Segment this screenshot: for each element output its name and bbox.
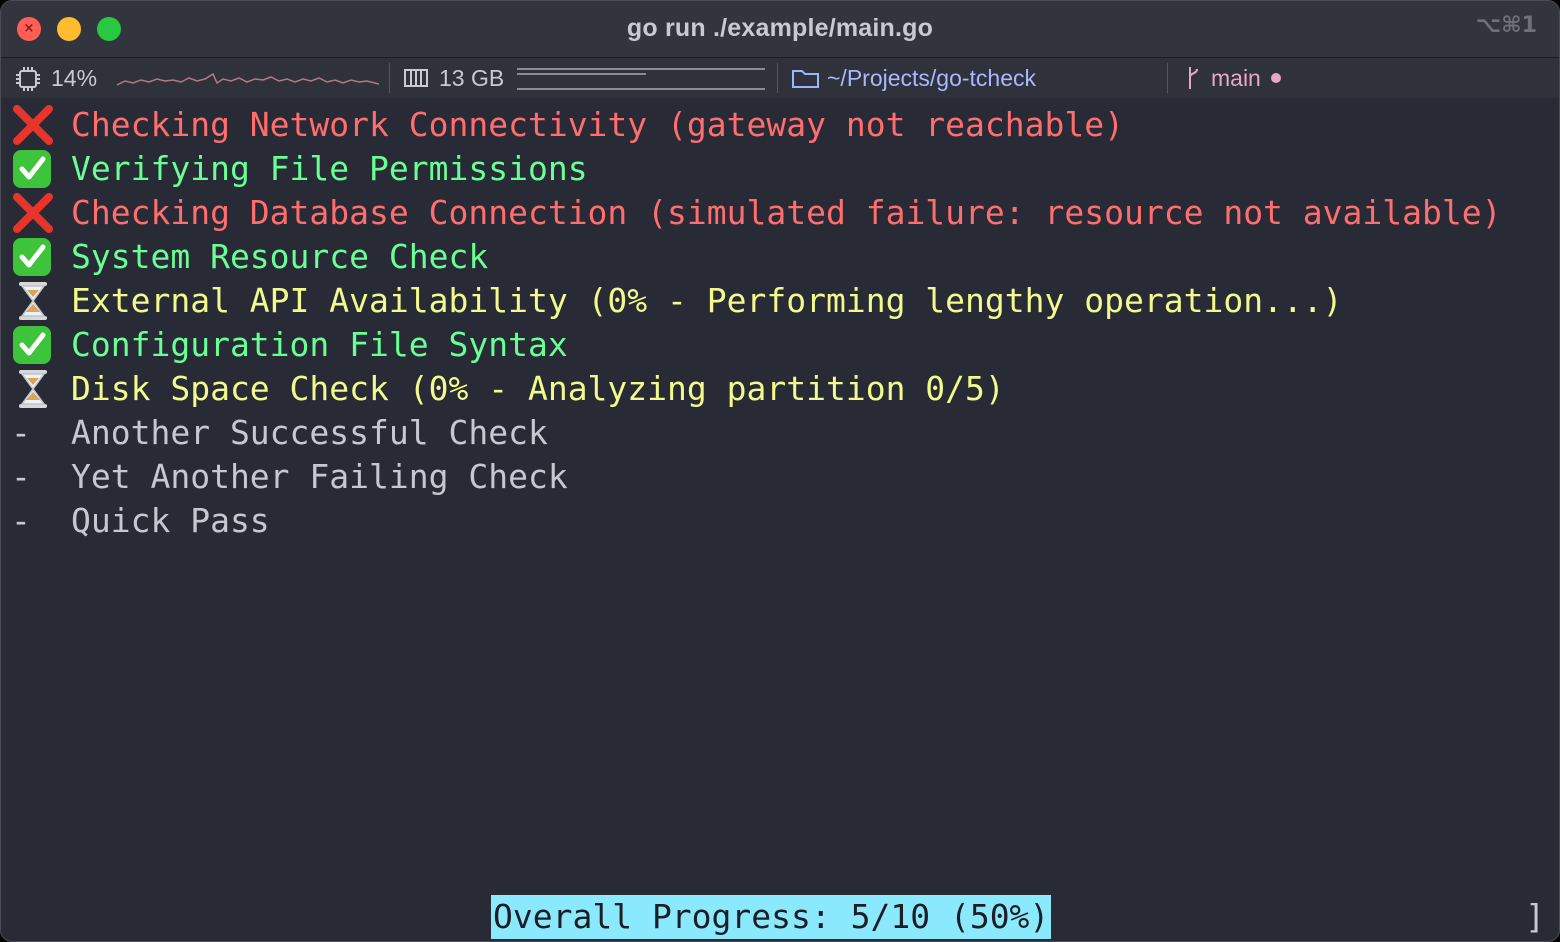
progress-right-bracket: ] — [1525, 897, 1545, 936]
check-mark-icon — [13, 238, 51, 276]
hourglass-icon — [19, 370, 47, 408]
check-text: Verifying File Permissions — [71, 149, 588, 188]
check-text: Another Successful Check — [71, 413, 548, 452]
check-mark-icon — [13, 326, 51, 364]
window-shortcut: ⌥⌘1 — [1475, 13, 1537, 38]
hourglass-icon — [19, 282, 47, 320]
check-text: Yet Another Failing Check — [71, 457, 568, 496]
check-text: System Resource Check — [71, 237, 489, 276]
check-text: Checking Network Connectivity (gateway n… — [71, 105, 1124, 144]
check-text: Checking Database Connection (simulated … — [71, 193, 1502, 232]
status-bar: 14% 13 GB ~/Projects/go-tcheck main — [1, 58, 1559, 98]
current-directory[interactable]: ~/Projects/go-tcheck — [827, 58, 1036, 98]
memory-bar — [517, 68, 765, 90]
terminal-output: Checking Network Connectivity (gateway n… — [1, 99, 1559, 941]
check-text: Quick Pass — [71, 501, 270, 540]
overall-progress: [====================== Overall Progress… — [11, 895, 1549, 939]
cross-icon — [13, 193, 53, 233]
check-text: Disk Space Check (0% - Analyzing partiti… — [71, 369, 1005, 408]
cpu-usage: 14% — [51, 65, 98, 91]
cpu-icon — [16, 67, 40, 91]
folder-icon — [792, 70, 819, 88]
pending-marker: - — [11, 501, 31, 540]
git-branch[interactable]: main — [1211, 58, 1261, 98]
title-bar: × go run ./example/main.go ⌥⌘1 — [1, 1, 1559, 58]
check-mark-icon — [13, 150, 51, 188]
cpu-sparkline — [117, 72, 379, 86]
memory-icon — [404, 69, 428, 87]
cross-icon — [13, 105, 53, 145]
pending-marker: - — [11, 457, 31, 496]
progress-label: Overall Progress: 5/10 (50%) — [491, 895, 1052, 939]
memory-usage: 13 GB — [439, 65, 505, 91]
status-separator — [777, 63, 778, 93]
check-text: Configuration File Syntax — [71, 325, 568, 364]
status-separator — [389, 63, 390, 93]
check-text: External API Availability (0% - Performi… — [71, 281, 1343, 320]
window-title: go run ./example/main.go — [626, 14, 934, 42]
branch-dirty-dot — [1271, 73, 1281, 83]
git-branch-icon — [1189, 67, 1198, 89]
terminal-window: × go run ./example/main.go ⌥⌘1 14% 13 GB — [0, 0, 1560, 942]
status-separator — [1167, 63, 1168, 93]
memory-bar-fill — [517, 73, 646, 75]
pending-marker: - — [11, 413, 31, 452]
